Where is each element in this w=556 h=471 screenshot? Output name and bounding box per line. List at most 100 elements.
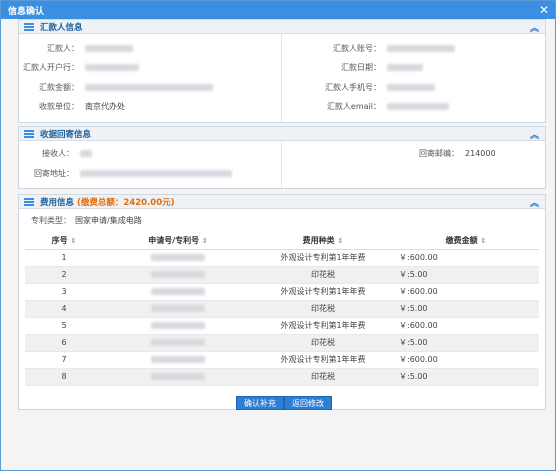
remitter-bank-row: 汇款人开户行：	[19, 61, 139, 73]
fee-table: 序号 ⇕ 申请号/专利号 ⇕ 费用种类 ⇕ 缴费金额 ⇕ 1 外观设计专利第1年…	[25, 233, 539, 386]
payee-row: 收款单位： 南京代办处	[19, 100, 125, 112]
row-no: 7	[25, 351, 103, 369]
row-amount: ￥:5.00	[393, 300, 539, 318]
fee-panel-header: 费用信息 (缴费总额：2420.00元) ︽	[19, 195, 545, 209]
dialog-title: 信息确认	[8, 6, 45, 17]
col-header-amount[interactable]: 缴费金额 ⇕	[393, 233, 539, 250]
remitter-phone-row: 汇款人手机号：	[281, 81, 435, 93]
row-amount: ￥:5.00	[393, 334, 539, 352]
remitter-bank-value	[85, 63, 139, 71]
remit-amount-row: 汇款金额：	[19, 81, 213, 93]
row-amount: ￥:5.00	[393, 266, 539, 284]
remitter-panel-header: 汇款人信息 ︽	[19, 20, 545, 34]
table-row: 2 印花税 ￥:5.00	[25, 266, 539, 284]
remitter-email-row: 汇款人email：	[281, 100, 449, 112]
row-no: 1	[25, 249, 103, 267]
row-app-no	[103, 317, 253, 335]
remitter-name-value	[85, 44, 133, 52]
remitter-phone-value	[387, 83, 435, 91]
address-label: 回寄地址：	[34, 168, 74, 178]
row-amount: ￥:5.00	[393, 368, 539, 386]
remitter-name-label: 汇款人：	[47, 43, 79, 53]
sort-icon: ⇕	[337, 237, 344, 246]
row-amount: ￥:600.00	[393, 283, 539, 301]
sort-icon: ⇕	[480, 237, 487, 246]
row-no: 4	[25, 300, 103, 318]
remitter-account-label: 汇款人账号：	[333, 43, 381, 53]
row-app-no	[103, 249, 253, 267]
collapse-icon[interactable]: ︽	[530, 21, 539, 34]
remit-date-value	[387, 63, 423, 71]
row-fee-type: 印花税	[253, 334, 393, 352]
col-header-app-no[interactable]: 申请号/专利号 ⇕	[103, 233, 253, 250]
row-no: 5	[25, 317, 103, 335]
row-app-no	[103, 283, 253, 301]
row-app-no	[103, 266, 253, 284]
remitter-name-row: 汇款人：	[19, 42, 133, 54]
receiver-label: 接收人：	[42, 148, 74, 158]
remit-date-label: 汇款日期：	[341, 62, 381, 72]
col-header-fee-type[interactable]: 费用种类 ⇕	[253, 233, 393, 250]
row-app-no	[103, 368, 253, 386]
confirm-button[interactable]: 确认补充	[236, 396, 284, 410]
fee-table-wrap: 序号 ⇕ 申请号/专利号 ⇕ 费用种类 ⇕ 缴费金额 ⇕ 1 外观设计专利第1年…	[25, 233, 539, 386]
address-value	[80, 169, 232, 177]
table-row: 4 印花税 ￥:5.00	[25, 300, 539, 318]
list-icon	[24, 197, 34, 206]
list-icon	[24, 22, 34, 31]
table-row: 6 印花税 ￥:5.00	[25, 334, 539, 352]
collapse-icon[interactable]: ︽	[530, 128, 539, 141]
row-fee-type: 印花税	[253, 300, 393, 318]
close-icon[interactable]: ✕	[539, 4, 549, 16]
sort-icon: ⇕	[70, 237, 77, 246]
row-no: 8	[25, 368, 103, 386]
fee-table-header: 序号 ⇕ 申请号/专利号 ⇕ 费用种类 ⇕ 缴费金额 ⇕	[25, 233, 539, 250]
receipt-panel-header: 收据回寄信息 ︽	[19, 127, 545, 141]
postcode-row: 回寄邮编： 214000	[281, 147, 496, 159]
table-row: 3 外观设计专利第1年年费 ￥:600.00	[25, 283, 539, 301]
payee-label: 收款单位：	[39, 101, 79, 111]
table-row: 8 印花税 ￥:5.00	[25, 368, 539, 386]
list-icon	[24, 129, 34, 138]
remitter-account-row: 汇款人账号：	[281, 42, 455, 54]
remitter-phone-label: 汇款人手机号：	[325, 82, 381, 92]
row-no: 6	[25, 334, 103, 352]
row-app-no	[103, 334, 253, 352]
receipt-panel-title: 收据回寄信息	[40, 129, 92, 140]
sort-icon: ⇕	[201, 237, 208, 246]
payee-value: 南京代办处	[85, 101, 125, 111]
collapse-icon[interactable]: ︽	[530, 196, 539, 209]
table-row: 7 外观设计专利第1年年费 ￥:600.00	[25, 351, 539, 369]
fee-total: (缴费总额：2420.00元)	[77, 197, 175, 208]
col-header-no[interactable]: 序号 ⇕	[25, 233, 103, 250]
table-row: 5 外观设计专利第1年年费 ￥:600.00	[25, 317, 539, 335]
postcode-value: 214000	[465, 148, 496, 158]
receiver-value	[80, 149, 92, 157]
row-fee-type: 印花税	[253, 368, 393, 386]
patent-type-label: 专利类型：	[31, 215, 71, 225]
row-fee-type: 外观设计专利第1年年费	[253, 317, 393, 335]
row-no: 2	[25, 266, 103, 284]
back-button[interactable]: 返回修改	[284, 396, 332, 410]
row-no: 3	[25, 283, 103, 301]
remitter-panel-title: 汇款人信息	[40, 22, 83, 33]
row-fee-type: 外观设计专利第1年年费	[253, 283, 393, 301]
remitter-email-label: 汇款人email：	[326, 101, 381, 111]
row-app-no	[103, 300, 253, 318]
remit-date-row: 汇款日期：	[281, 61, 423, 73]
dialog-content: 汇款人信息 ︽ 汇款人： 汇款人开户行： 汇款金额： 收款单位： 南京代办处 汇…	[6, 19, 548, 449]
remitter-email-value	[387, 102, 449, 110]
confirm-dialog: 信息确认 ✕ 汇款人信息 ︽ 汇款人： 汇款人开户行： 汇款金额： 收款单位： …	[0, 0, 556, 471]
fee-panel-title: 费用信息	[40, 197, 75, 208]
postcode-label: 回寄邮编：	[419, 148, 459, 158]
address-row: 回寄地址：	[19, 167, 232, 179]
row-amount: ￥:600.00	[393, 351, 539, 369]
remitter-panel: 汇款人信息 ︽ 汇款人： 汇款人开户行： 汇款金额： 收款单位： 南京代办处 汇…	[18, 19, 546, 123]
dialog-titlebar: 信息确认 ✕	[1, 1, 555, 19]
receiver-row: 接收人：	[19, 147, 92, 159]
remit-amount-label: 汇款金额：	[39, 82, 79, 92]
table-row: 1 外观设计专利第1年年费 ￥:600.00	[25, 249, 539, 267]
remitter-account-value	[387, 44, 455, 52]
remitter-bank-label: 汇款人开户行：	[23, 62, 79, 72]
row-fee-type: 印花税	[253, 266, 393, 284]
